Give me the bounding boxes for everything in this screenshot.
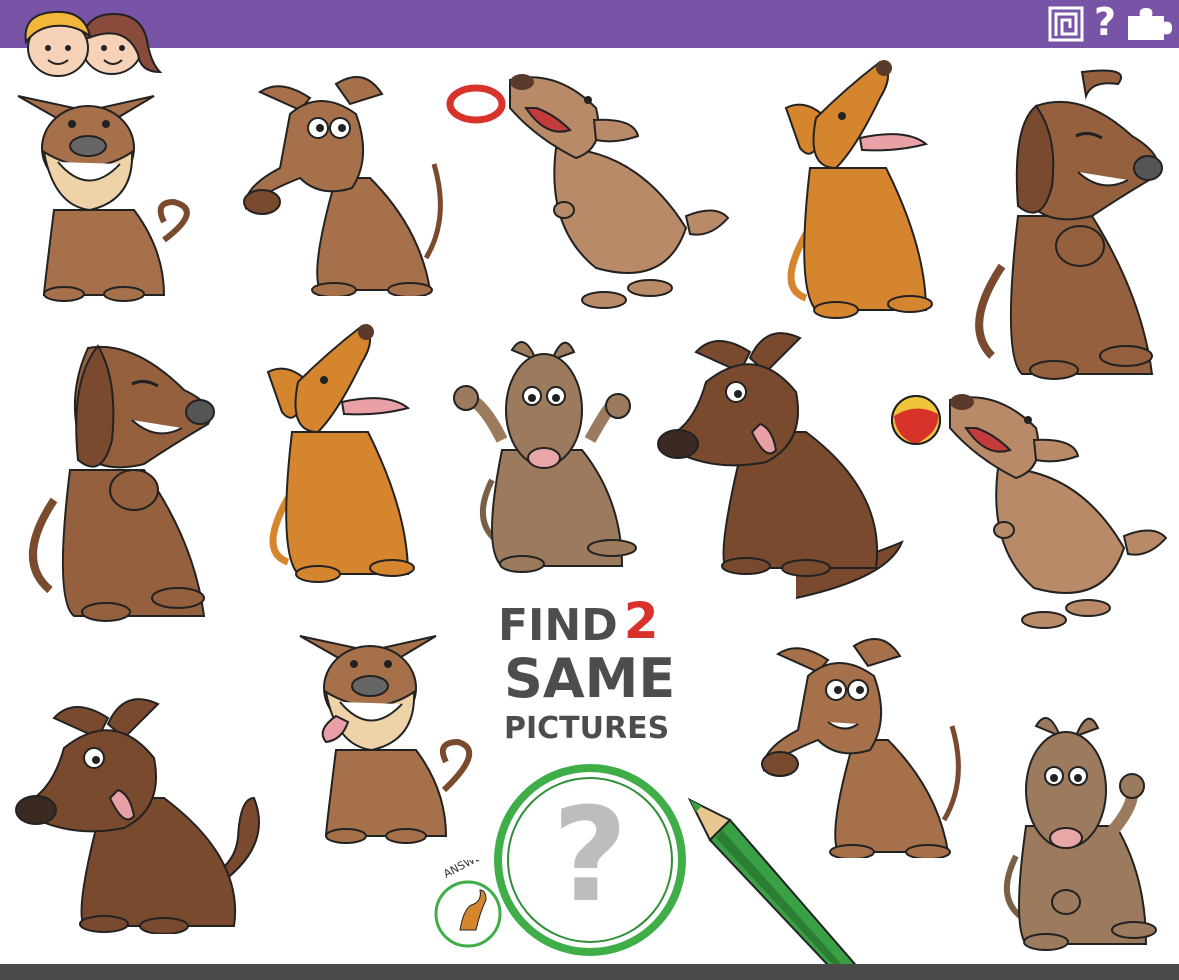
dog-picture-10[interactable] bbox=[888, 388, 1170, 630]
footer-bar bbox=[0, 964, 1179, 980]
dog-picture-14[interactable] bbox=[996, 706, 1162, 952]
dog-picture-1[interactable] bbox=[14, 90, 196, 302]
dog-picture-11[interactable] bbox=[14, 688, 280, 934]
puzzle-piece-icon[interactable] bbox=[1126, 6, 1174, 42]
dog-picture-8[interactable] bbox=[452, 330, 642, 574]
answer-label: ANSWER bbox=[441, 860, 490, 881]
answer-badge[interactable]: ANSWER bbox=[420, 860, 506, 950]
title-number: 2 bbox=[623, 592, 659, 650]
dog-picture-9[interactable] bbox=[656, 322, 912, 606]
magnifier-question-mark: ? bbox=[552, 779, 627, 931]
dog-picture-2[interactable] bbox=[240, 68, 458, 296]
dog-picture-4[interactable] bbox=[776, 58, 940, 320]
title-pictures: PICTURES bbox=[504, 711, 670, 746]
question-mark-icon[interactable]: ? bbox=[1094, 2, 1120, 42]
dog-picture-3[interactable] bbox=[446, 68, 732, 310]
dog-picture-12[interactable] bbox=[296, 630, 476, 844]
dog-picture-5[interactable] bbox=[962, 66, 1168, 382]
title-find: FIND bbox=[498, 600, 618, 651]
title-same: SAME bbox=[504, 647, 676, 710]
dog-picture-7[interactable] bbox=[258, 322, 422, 584]
header-bar bbox=[0, 0, 1179, 48]
spiral-icon[interactable] bbox=[1048, 6, 1084, 42]
kids-logo bbox=[24, 10, 163, 77]
dog-picture-6[interactable] bbox=[14, 340, 220, 622]
dog-picture-13[interactable] bbox=[758, 630, 976, 858]
